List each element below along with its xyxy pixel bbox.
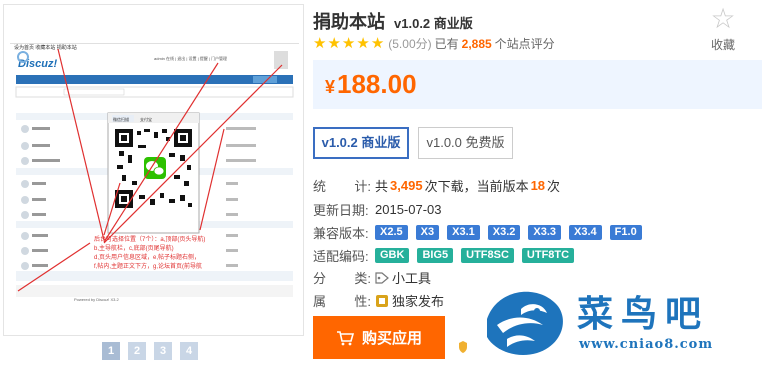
version-download-count: 18 <box>530 178 546 193</box>
rating-count: 2,885 <box>461 36 492 51</box>
rating-score: (5.00分) <box>388 37 432 51</box>
star-icon: ★ <box>356 34 370 52</box>
star-icon: ★ <box>370 34 385 52</box>
star-icon: ★ <box>341 34 356 52</box>
attribute-value: 独家发布 <box>392 294 445 309</box>
compat-tag: X3.2 <box>487 225 521 240</box>
thumb-1[interactable]: 1 <box>102 342 120 360</box>
rating-prefix: 已有 <box>434 37 459 51</box>
attribute-label: 属性: <box>313 294 371 309</box>
popup-tab-alipay: 支付宝 <box>140 116 152 122</box>
compat-tag: X3.1 <box>447 225 480 240</box>
forum-screenshot: 设为首页 收藏本站 捐助本站 Discuz! admin 在线 | 退出 | 设… <box>4 5 303 335</box>
star-outline-icon: ☆ <box>710 3 736 34</box>
exclusive-icon <box>376 294 388 307</box>
tag-icon <box>375 271 389 284</box>
stats-label: 统计: <box>313 179 371 194</box>
watermark-logo: 菜鸟吧 www.cniao8.com <box>469 273 762 367</box>
preview-thumbnails: 1 2 3 4 <box>102 342 198 360</box>
category-value: 小工具 <box>392 271 432 286</box>
update-date-label: 更新日期: <box>313 203 369 218</box>
thumb-3[interactable]: 3 <box>154 342 172 360</box>
compat-tag: F1.0 <box>609 225 642 240</box>
thumb-4[interactable]: 4 <box>180 342 198 360</box>
compat-row: 兼容版本: X2.5 X3 X3.1 X3.2 X3.3 X3.4 F1.0 <box>313 223 650 242</box>
encoding-label: 适配编码: <box>313 249 369 264</box>
price-box: ¥188.00 <box>313 60 762 109</box>
forum-logo: Discuz! <box>18 58 57 70</box>
star-icon: ★ <box>313 34 327 52</box>
annotation-line-4: f,帖内,主题正文下方，g,论坛首页(前导航 <box>94 262 202 270</box>
watermark-text: 菜鸟吧 <box>577 293 710 335</box>
thumb-2[interactable]: 2 <box>128 342 146 360</box>
watermark-url: www.cniao8.com <box>579 337 714 352</box>
product-version: v1.0.2 商业版 <box>394 16 473 31</box>
browser-tabs-text: 设为首页 收藏本站 捐助本站 <box>14 44 77 51</box>
compat-tag: X3.4 <box>569 225 602 240</box>
version-option-free[interactable]: v1.0.0 免费版 <box>418 127 513 159</box>
rating-stars: ★ ★ ★ ★ ★ <box>313 34 385 52</box>
category-link[interactable]: 小工具 <box>375 268 431 287</box>
compat-label: 兼容版本: <box>313 226 369 241</box>
encoding-row: 适配编码: GBK BIG5 UTF8SC UTF8TC <box>313 246 582 265</box>
star-icon: ★ <box>327 34 341 52</box>
stats-row: 统计: 共 3,495 次下载，当前版本 18 次 <box>313 178 561 194</box>
version-option-commercial[interactable]: v1.0.2 商业版 <box>313 127 409 159</box>
annotation-line-1: 后台可选择位置（7个）：a,顶部(页头导航) <box>94 235 205 243</box>
update-date-value: 2015-07-03 <box>375 202 442 217</box>
product-name: 捐助本站 <box>313 12 385 32</box>
qr-code <box>114 128 194 210</box>
annotation-line-3: d,页头用户信息区域，e,帖子标题右侧， <box>94 253 200 261</box>
buy-label: 购买应用 <box>361 330 422 347</box>
annotation-line-2: b,主导航栏，c,底部(页尾导航) <box>94 244 174 252</box>
rating-row: ★ ★ ★ ★ ★ (5.00分) 已有 2,885 个站点评分 <box>313 35 555 52</box>
favorite-label: 收藏 <box>710 38 735 52</box>
encoding-tag: UTF8TC <box>521 248 575 263</box>
encoding-tags: GBK BIG5 UTF8SC UTF8TC <box>375 248 582 263</box>
currency-symbol: ¥ <box>325 77 336 97</box>
update-date-row: 更新日期: 2015-07-03 <box>313 200 442 219</box>
category-row: 分类: 小工具 <box>313 268 431 287</box>
favorite-button[interactable]: ☆ 收藏 <box>703 4 743 53</box>
download-count: 3,495 <box>390 178 423 193</box>
category-label: 分类: <box>313 271 371 286</box>
bird-logo-icon <box>487 291 563 356</box>
rating-suffix: 个站点评分 <box>494 37 555 51</box>
user-bar: admin 在线 | 退出 | 设置 | 提醒 | 门户管理 <box>154 55 227 61</box>
encoding-tag: UTF8SC <box>461 248 514 263</box>
shield-icon <box>459 341 467 353</box>
price-amount: 188.00 <box>337 69 417 99</box>
encoding-tag: GBK <box>375 248 410 263</box>
buy-button[interactable]: 购买应用 <box>313 316 445 359</box>
attribute-value-wrap: 独家发布 <box>375 291 444 310</box>
encoding-tag: BIG5 <box>417 248 454 263</box>
compat-tag: X3.3 <box>528 225 562 240</box>
preview-footer: Powered by Discuz! X3.2 <box>74 297 119 302</box>
compat-tag: X3 <box>415 225 440 240</box>
compat-tags: X2.5 X3 X3.1 X3.2 X3.3 X3.4 F1.0 <box>375 225 650 240</box>
compat-tag: X2.5 <box>375 225 408 240</box>
cart-icon <box>336 330 354 345</box>
attribute-row: 属性: 独家发布 <box>313 291 444 310</box>
product-preview-image[interactable]: 设为首页 收藏本站 捐助本站 Discuz! admin 在线 | 退出 | 设… <box>3 4 304 336</box>
price: ¥188.00 <box>325 69 417 100</box>
popup-tab-wechat: 微信扫描 <box>113 116 129 122</box>
product-title: 捐助本站 v1.0.2 商业版 <box>313 8 473 34</box>
